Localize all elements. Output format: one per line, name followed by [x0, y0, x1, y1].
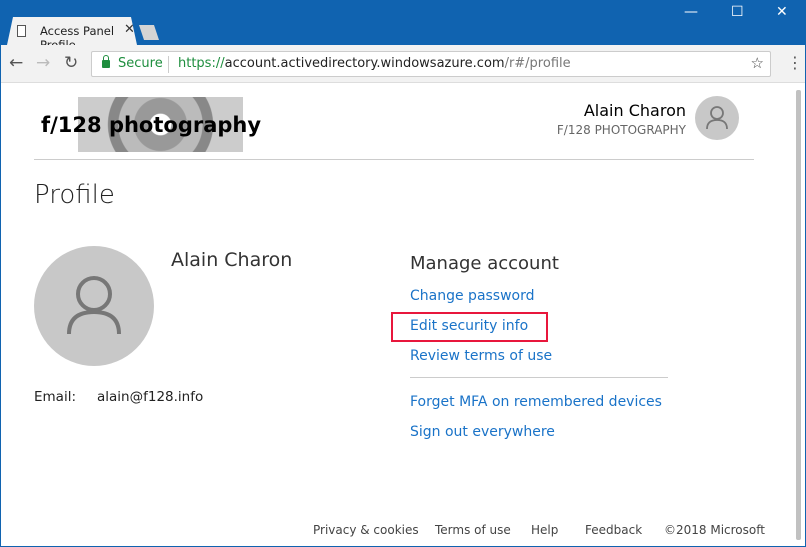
- logo-text: f/128 photography: [41, 113, 262, 137]
- forward-icon[interactable]: →: [36, 53, 50, 73]
- reload-icon[interactable]: ↻: [64, 53, 78, 73]
- review-terms-link[interactable]: Review terms of use: [410, 348, 552, 364]
- manage-account-heading: Manage account: [410, 253, 559, 274]
- user-icon: [706, 106, 728, 130]
- secure-label: Secure: [118, 56, 163, 71]
- change-password-link[interactable]: Change password: [410, 288, 535, 304]
- highlight-box: [391, 312, 548, 342]
- url-text[interactable]: https://account.activedirectory.windowsa…: [178, 56, 571, 71]
- close-window-button[interactable]: ✕: [776, 4, 788, 20]
- header-user-name[interactable]: Alain Charon: [584, 101, 686, 120]
- profile-name: Alain Charon: [171, 249, 293, 271]
- email-label: Email:: [34, 389, 77, 405]
- footer-terms-link[interactable]: Terms of use: [435, 523, 511, 537]
- footer-feedback-link[interactable]: Feedback: [585, 523, 642, 537]
- footer-help-link[interactable]: Help: [531, 523, 558, 537]
- title-bar: Access Panel Profile ✕ — ☐ ✕: [1, 0, 805, 45]
- url-scheme: https://: [178, 56, 225, 71]
- header-divider: [34, 159, 754, 160]
- forget-mfa-link[interactable]: Forget MFA on remembered devices: [410, 394, 662, 410]
- bookmark-star-icon[interactable]: ☆: [751, 54, 764, 72]
- profile-avatar: [34, 246, 154, 366]
- manage-divider: [410, 377, 668, 378]
- maximize-button[interactable]: ☐: [731, 4, 744, 20]
- user-icon: [67, 276, 121, 335]
- email-value: alain@f128.info: [97, 389, 204, 405]
- lock-icon: [102, 55, 110, 68]
- document-icon: [17, 25, 26, 37]
- page-content: f/128 photography Alain Charon F/128 PHO…: [1, 83, 805, 546]
- page-title: Profile: [34, 180, 115, 210]
- browser-toolbar: ← → ↻ Secure https://account.activedirec…: [1, 45, 805, 83]
- close-tab-icon[interactable]: ✕: [124, 22, 135, 37]
- url-host: account.activedirectory.windowsazure.com: [224, 56, 505, 71]
- tab-access-panel-profile[interactable]: Access Panel Profile ✕: [7, 17, 137, 45]
- address-bar[interactable]: Secure https://account.activedirectory.w…: [91, 51, 771, 77]
- url-path: /r#/profile: [504, 56, 571, 71]
- minimize-button[interactable]: —: [684, 4, 698, 20]
- more-menu-icon[interactable]: ⋮: [787, 53, 803, 72]
- scrollbar[interactable]: [796, 90, 801, 540]
- back-icon[interactable]: ←: [9, 53, 23, 73]
- copyright: ©2018 Microsoft: [664, 523, 765, 537]
- avatar[interactable]: [695, 96, 739, 140]
- browser-window: Access Panel Profile ✕ — ☐ ✕ ← → ↻ Secur…: [1, 0, 805, 546]
- divider: [168, 56, 169, 73]
- sign-out-everywhere-link[interactable]: Sign out everywhere: [410, 424, 555, 440]
- new-tab-button[interactable]: [139, 25, 159, 40]
- footer-privacy-link[interactable]: Privacy & cookies: [313, 523, 419, 537]
- header-org-name: F/128 PHOTOGRAPHY: [556, 123, 686, 137]
